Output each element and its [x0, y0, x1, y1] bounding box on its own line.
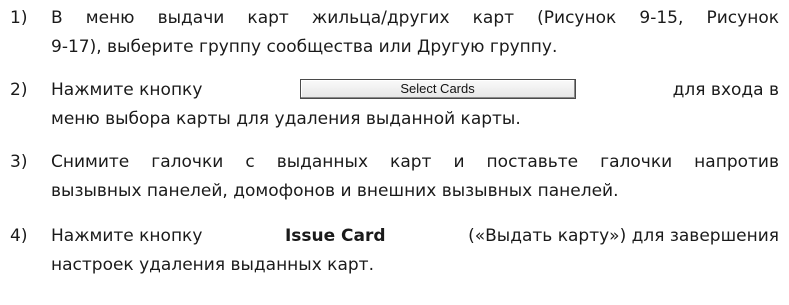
ui-term-issue-card: Issue Card [284, 226, 386, 246]
step-number: 2) [10, 80, 28, 100]
step-text: В меню выдачи карт жильца/других карт (Р… [51, 4, 779, 62]
step-text-after: («Выдать карту») для завершения [462, 226, 779, 246]
select-cards-button[interactable]: Select Cards [299, 79, 576, 99]
step-text: Нажмите кнопку Issue Card («Выдать карту… [51, 222, 779, 280]
step-line: настроек удаления выданных карт. [51, 255, 374, 275]
step-text: Снимите галочки с выданных карт и постав… [51, 148, 779, 206]
instruction-list: 1) В меню выдачи карт жильца/других карт… [0, 0, 789, 305]
step-line: вызывных панелей, домофонов и внешних вы… [51, 181, 619, 201]
step-line: Нажмите кнопку Select Cards для входа в [51, 76, 779, 105]
step-line: Нажмите кнопку Issue Card («Выдать карту… [51, 222, 779, 251]
step-line: меню выбора карты для удаления выданной … [51, 109, 521, 129]
step-text: Нажмите кнопку Select Cards для входа в … [51, 76, 779, 134]
step-text-before: Нажмите кнопку [51, 80, 203, 100]
step-line: Снимите галочки с выданных карт и постав… [51, 152, 779, 172]
step-number: 1) [10, 8, 28, 28]
step-text-after: для входа в [672, 80, 779, 100]
step-number: 4) [10, 226, 28, 246]
step-text-before: Нажмите кнопку [51, 226, 208, 246]
step-number: 3) [10, 152, 28, 172]
step-line: В меню выдачи карт жильца/других карт (Р… [51, 8, 779, 28]
step-line: 9-17), выберите группу сообщества или Др… [51, 37, 558, 57]
